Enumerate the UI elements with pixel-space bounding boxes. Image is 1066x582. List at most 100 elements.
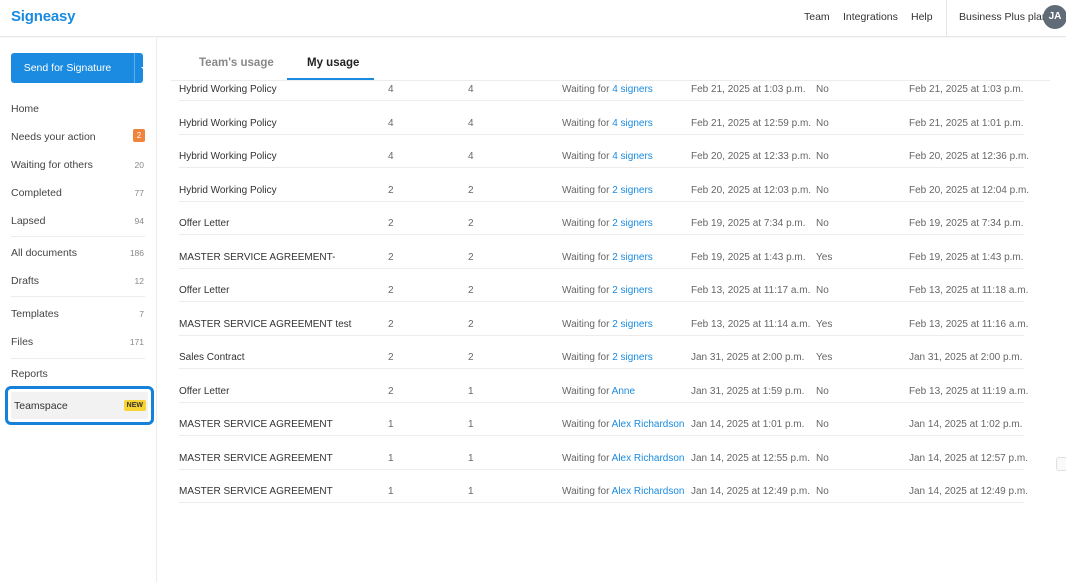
signers-link[interactable]: Alex Richardson xyxy=(612,419,685,430)
sidebar-item-reports[interactable]: Reports xyxy=(11,366,145,384)
document-name: Offer Letter xyxy=(179,218,230,229)
tab-my-usage[interactable]: My usage xyxy=(307,57,359,69)
sent-date: Feb 20, 2025 at 12:03 p.m. xyxy=(691,185,812,196)
plan-label[interactable]: Business Plus plan xyxy=(959,11,1048,23)
sidebar-item-label: Templates xyxy=(11,308,59,320)
nav-help-link[interactable]: Help xyxy=(911,11,933,23)
status-prefix: Waiting for xyxy=(562,185,610,196)
table-row[interactable]: Hybrid Working Policy 2 2 Feb 20, 2025 at 1… xyxy=(0,180,1066,214)
pending-count: 1 xyxy=(468,486,474,497)
signers-link[interactable]: 2 signers xyxy=(612,218,653,229)
table-row[interactable]: Offer Letter 2 1 Jan 31, 2025 at 1:59 p.m. N… xyxy=(0,381,1066,415)
updated-date: Feb 20, 2025 at 12:36 p.m. xyxy=(909,151,1030,162)
sidebar-item-completed[interactable]: Completed 77 xyxy=(11,185,145,203)
sidebar-item-label: Needs your action xyxy=(11,131,96,143)
sidebar-item-files[interactable]: Files 171 xyxy=(11,334,145,352)
pending-count: 4 xyxy=(468,84,474,95)
pending-count: 2 xyxy=(468,352,474,363)
teamspace-label: Teamspace xyxy=(14,400,68,412)
updated-date: Feb 13, 2025 at 11:16 a.m. xyxy=(909,319,1029,330)
top-bar: Signeasy Team Integrations Help Business… xyxy=(0,0,1066,37)
pending-count: 2 xyxy=(468,319,474,330)
flag-value: Yes xyxy=(816,352,833,363)
recipients-count: 4 xyxy=(388,118,394,129)
flag-value: No xyxy=(816,453,829,464)
updated-date: Feb 19, 2025 at 7:34 p.m. xyxy=(909,218,1024,229)
sidebar-item-label: Files xyxy=(11,336,34,348)
updated-date: Jan 14, 2025 at 12:57 p.m. xyxy=(909,453,1028,464)
updated-date: Jan 14, 2025 at 12:49 p.m. xyxy=(909,486,1028,497)
signers-link[interactable]: 4 signers xyxy=(612,84,653,95)
sidebar-item-waiting-for-others[interactable]: Waiting for others 20 xyxy=(11,157,145,175)
sidebar-item-templates[interactable]: Templates 7 xyxy=(11,306,145,324)
document-name: MASTER SERVICE AGREEMENT- xyxy=(179,252,336,263)
signers-link[interactable]: 4 signers xyxy=(612,118,653,129)
tab-teams-usage[interactable]: Team's usage xyxy=(199,57,274,69)
table-row[interactable]: Offer Letter 2 2 Feb 13, 2025 at 11:17 a.m.… xyxy=(0,280,1066,314)
signers-link[interactable]: Anne xyxy=(612,386,635,397)
status-cell: Waiting for Alex Richardson xyxy=(562,419,684,430)
sidebar-item-needs-your-action[interactable]: Needs your action 2 xyxy=(11,129,145,147)
sidebar-item-home[interactable]: Home xyxy=(11,101,145,119)
feedback-tab[interactable] xyxy=(1056,457,1066,471)
flag-value: Yes xyxy=(816,252,833,263)
table-row[interactable]: MASTER SERVICE AGREEMENT test 2 2 Feb 13, 2… xyxy=(0,314,1066,348)
sidebar-item-count: 94 xyxy=(134,216,144,226)
status-prefix: Waiting for xyxy=(562,285,610,296)
nav-integrations-link[interactable]: Integrations xyxy=(843,11,898,23)
table-row[interactable]: MASTER SERVICE AGREEMENT- 2 2 Feb 19, 2025 … xyxy=(0,247,1066,281)
status-prefix: Waiting for xyxy=(562,252,610,263)
row-divider xyxy=(179,134,1024,135)
recipients-count: 2 xyxy=(388,386,394,397)
pending-count: 2 xyxy=(468,185,474,196)
signers-link[interactable]: 2 signers xyxy=(612,285,653,296)
document-name: Sales Contract xyxy=(179,352,245,363)
sidebar: Send for Signature Home Needs your actio… xyxy=(0,38,157,582)
table-row[interactable]: Hybrid Working Policy 4 4 Feb 21, 2025 at 1… xyxy=(0,113,1066,147)
avatar[interactable]: JA xyxy=(1043,5,1066,29)
row-divider xyxy=(179,502,1024,503)
document-name: Hybrid Working Policy xyxy=(179,118,277,129)
status-cell: Waiting for 4 signers xyxy=(562,118,653,129)
signers-link[interactable]: 2 signers xyxy=(612,352,653,363)
usage-table: Hybrid Working Policy 4 4 Feb 21, 2025 at 1… xyxy=(0,0,1066,582)
sidebar-item-label: Drafts xyxy=(11,275,40,287)
status-prefix: Waiting for xyxy=(562,319,610,330)
signeasy-logo[interactable]: Signeasy xyxy=(11,8,75,25)
signers-link[interactable]: 4 signers xyxy=(612,151,653,162)
signers-link[interactable]: 2 signers xyxy=(612,185,653,196)
row-divider xyxy=(179,268,1024,269)
table-row[interactable]: MASTER SERVICE AGREEMENT 1 1 Jan 14, 2025 a… xyxy=(0,414,1066,448)
updated-date: Feb 21, 2025 at 1:01 p.m. xyxy=(909,118,1024,129)
sidebar-item-lapsed[interactable]: Lapsed 94 xyxy=(11,213,145,231)
sent-date: Jan 14, 2025 at 12:55 p.m. xyxy=(691,453,810,464)
flag-value: No xyxy=(816,118,829,129)
send-for-signature-button[interactable]: Send for Signature xyxy=(11,53,147,83)
table-row[interactable]: Sales Contract 2 2 Jan 31, 2025 at 2:00 p.m… xyxy=(0,347,1066,381)
sidebar-item-drafts[interactable]: Drafts 12 xyxy=(11,273,145,291)
table-row[interactable]: MASTER SERVICE AGREEMENT 1 1 Jan 14, 2025 a… xyxy=(0,448,1066,482)
sidebar-item-label: Home xyxy=(11,103,40,115)
teamspace-highlight: Teamspace NEW xyxy=(11,392,148,419)
table-row[interactable]: MASTER SERVICE AGREEMENT 1 1 Jan 14, 2025 a… xyxy=(0,481,1066,515)
sidebar-item-teamspace[interactable]: Teamspace NEW xyxy=(5,386,154,425)
pending-count: 4 xyxy=(468,151,474,162)
sidebar-item-label: Reports xyxy=(11,368,48,380)
table-row[interactable]: Hybrid Working Policy 4 4 Feb 20, 2025 at 1… xyxy=(0,146,1066,180)
signers-link[interactable]: 2 signers xyxy=(612,252,653,263)
sidebar-item-all-documents[interactable]: All documents 186 xyxy=(11,245,145,263)
row-divider xyxy=(179,368,1024,369)
signers-link[interactable]: Alex Richardson xyxy=(612,486,685,497)
nav-team-link[interactable]: Team xyxy=(804,11,830,23)
status-cell: Waiting for 2 signers xyxy=(562,285,653,296)
recipients-count: 4 xyxy=(388,84,394,95)
table-row[interactable]: Hybrid Working Policy 4 4 Feb 21, 2025 at 1… xyxy=(0,79,1066,113)
signers-link[interactable]: 2 signers xyxy=(612,319,653,330)
chevron-down-icon[interactable] xyxy=(135,53,147,83)
signers-link[interactable]: Alex Richardson xyxy=(612,453,685,464)
sidebar-item-count: 186 xyxy=(129,248,144,258)
sidebar-item-label: Lapsed xyxy=(11,215,46,227)
table-row[interactable]: Offer Letter 2 2 Feb 19, 2025 at 7:34 p.m. N… xyxy=(0,213,1066,247)
updated-date: Feb 21, 2025 at 1:03 p.m. xyxy=(909,84,1024,95)
sidebar-item-count: 77 xyxy=(134,188,144,198)
